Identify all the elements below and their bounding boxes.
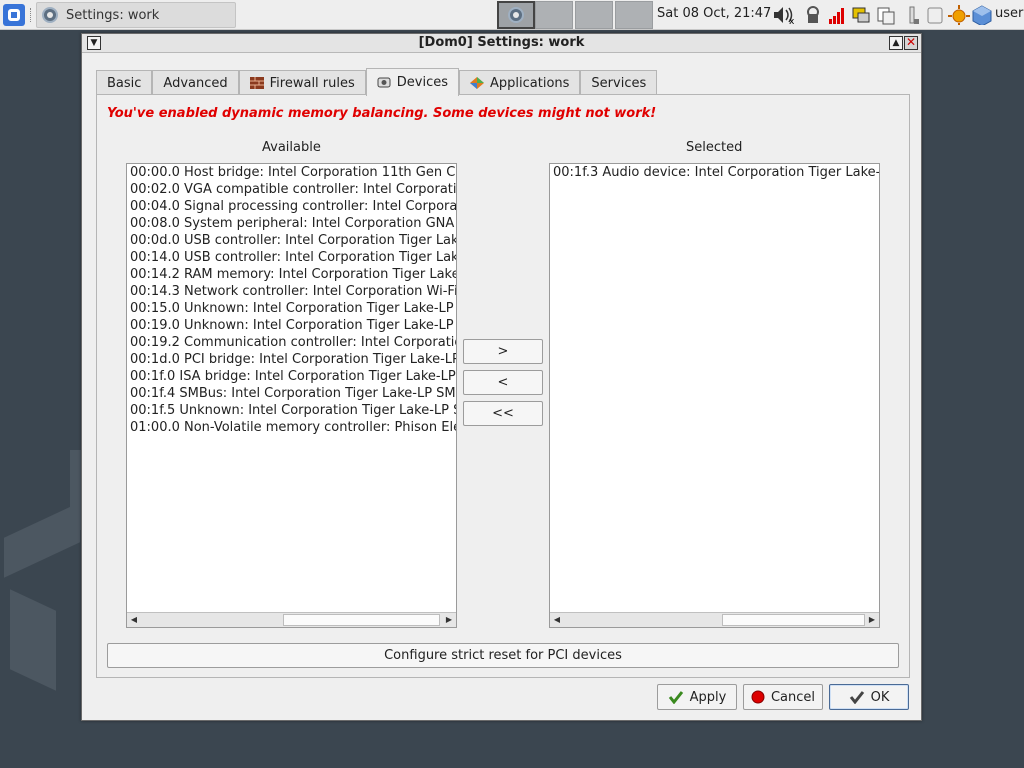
ok-label: OK (870, 689, 890, 705)
scroll-left-icon[interactable]: ◀ (550, 613, 564, 627)
available-hscrollbar[interactable]: ◀ ▶ (127, 612, 456, 627)
tab-label: Applications (490, 75, 570, 91)
tab-basic[interactable]: Basic (96, 70, 153, 95)
updates-sun-icon[interactable] (948, 5, 970, 25)
window-titlebar[interactable]: ▼ [Dom0] Settings: work ▲ ✕ (82, 34, 921, 53)
available-devices-list[interactable]: 00:00.0 Host bridge: Intel Corporation 1… (126, 163, 457, 628)
tab-advanced[interactable]: Advanced (152, 70, 239, 95)
scroll-thumb[interactable] (722, 614, 865, 626)
workspace-2[interactable] (535, 1, 573, 29)
clipboard-icon[interactable] (876, 5, 896, 25)
device-list-item[interactable]: 00:00.0 Host bridge: Intel Corporation 1… (127, 164, 456, 181)
storage-icon[interactable] (926, 5, 944, 25)
tab-firewall-rules[interactable]: Firewall rules (238, 70, 366, 95)
scroll-thumb[interactable] (283, 614, 440, 626)
device-list-item[interactable]: 00:19.2 Communication controller: Intel … (127, 334, 456, 351)
taskbar-task-label: Settings: work (66, 7, 160, 23)
disk-usage-icon[interactable] (903, 5, 921, 25)
tab-label: Basic (107, 75, 142, 91)
device-list-item[interactable]: 00:1f.4 SMBus: Intel Corporation Tiger L… (127, 385, 456, 402)
settings-gear-icon (42, 7, 58, 23)
strict-reset-button[interactable]: Configure strict reset for PCI devices (107, 643, 899, 668)
workspace-4[interactable] (615, 1, 653, 29)
device-list-item[interactable]: 01:00.0 Non-Volatile memory controller: … (127, 419, 456, 436)
user-label[interactable]: user (995, 6, 1023, 21)
selected-hscrollbar[interactable]: ◀ ▶ (550, 612, 879, 627)
device-list-item[interactable]: 00:1d.0 PCI bridge: Intel Corporation Ti… (127, 351, 456, 368)
window-title: [Dom0] Settings: work (418, 35, 585, 50)
taskbar: Settings: work Sat 08 Oct, 21:47 x user (0, 0, 1024, 30)
scroll-left-icon[interactable]: ◀ (127, 613, 141, 627)
device-list-item[interactable]: 00:19.0 Unknown: Intel Corporation Tiger… (127, 317, 456, 334)
workspace-1[interactable] (497, 1, 535, 29)
checkmark-icon (668, 691, 683, 704)
device-list-item[interactable]: 00:08.0 System peripheral: Intel Corpora… (127, 215, 456, 232)
volume-muted-icon[interactable]: x (772, 5, 798, 25)
add-device-button[interactable]: > (463, 339, 543, 364)
separator (30, 8, 32, 22)
tab-devices[interactable]: Devices (365, 68, 459, 96)
cancel-button[interactable]: Cancel (743, 684, 823, 710)
device-list-item[interactable]: 00:02.0 VGA compatible controller: Intel… (127, 181, 456, 198)
qubes-menu-icon[interactable] (3, 4, 25, 26)
device-list-item[interactable]: 00:1f.5 Unknown: Intel Corporation Tiger… (127, 402, 456, 419)
qube-cube-icon[interactable] (972, 5, 992, 25)
tab-label: Advanced (163, 75, 228, 91)
cancel-label: Cancel (770, 689, 816, 705)
maximize-icon[interactable]: ▲ (889, 36, 903, 50)
tab-applications[interactable]: Applications (459, 70, 581, 95)
device-list-item[interactable]: 00:14.2 RAM memory: Intel Corporation Ti… (127, 266, 456, 283)
devices-panel: You've enabled dynamic memory balancing.… (96, 94, 910, 678)
vpn-lock-icon[interactable] (804, 5, 822, 25)
tab-label: Firewall rules (269, 75, 355, 91)
device-list-item[interactable]: 00:1f.3 Audio device: Intel Corporation … (550, 164, 879, 181)
devices-icon (377, 77, 391, 87)
window-menu-icon[interactable]: ▼ (87, 36, 101, 50)
remove-all-devices-button[interactable]: << (463, 401, 543, 426)
cancel-icon (751, 690, 765, 704)
selected-items: 00:1f.3 Audio device: Intel Corporation … (550, 164, 879, 181)
ok-checkmark-icon (849, 691, 864, 704)
apply-label: Apply (689, 689, 727, 705)
device-list-item[interactable]: 00:04.0 Signal processing controller: In… (127, 198, 456, 215)
applications-icon (470, 77, 484, 89)
selected-devices-list[interactable]: 00:1f.3 Audio device: Intel Corporation … (549, 163, 880, 628)
device-list-item[interactable]: 00:1f.0 ISA bridge: Intel Corporation Ti… (127, 368, 456, 385)
signal-bars-icon[interactable] (828, 5, 846, 25)
workspace-3[interactable] (575, 1, 613, 29)
svg-text:x: x (789, 17, 795, 25)
settings-window: ▼ [Dom0] Settings: work ▲ ✕ Basic Advanc… (81, 33, 922, 721)
device-list-item[interactable]: 00:14.0 USB controller: Intel Corporatio… (127, 249, 456, 266)
selected-label: Selected (686, 140, 743, 155)
available-label: Available (262, 140, 321, 155)
tab-bar: Basic Advanced Firewall rules Devices Ap… (96, 68, 658, 96)
scroll-right-icon[interactable]: ▶ (442, 613, 456, 627)
device-list-item[interactable]: 00:0d.0 USB controller: Intel Corporatio… (127, 232, 456, 249)
scroll-right-icon[interactable]: ▶ (865, 613, 879, 627)
remove-device-button[interactable]: < (463, 370, 543, 395)
device-list-item[interactable]: 00:15.0 Unknown: Intel Corporation Tiger… (127, 300, 456, 317)
device-list-item[interactable]: 00:14.3 Network controller: Intel Corpor… (127, 283, 456, 300)
workspace-gear-icon (508, 7, 524, 23)
tab-services[interactable]: Services (580, 70, 658, 95)
ok-button[interactable]: OK (829, 684, 909, 710)
tab-label: Services (591, 75, 647, 91)
devices-tray-icon[interactable] (851, 5, 871, 25)
firewall-icon (249, 77, 264, 89)
apply-button[interactable]: Apply (657, 684, 737, 710)
memory-balancing-warning: You've enabled dynamic memory balancing.… (107, 106, 657, 121)
close-icon[interactable]: ✕ (904, 36, 918, 50)
clock[interactable]: Sat 08 Oct, 21:47 (657, 6, 771, 21)
tab-label: Devices (396, 75, 448, 90)
taskbar-task-settings[interactable]: Settings: work (36, 2, 236, 28)
available-items: 00:00.0 Host bridge: Intel Corporation 1… (127, 164, 456, 436)
